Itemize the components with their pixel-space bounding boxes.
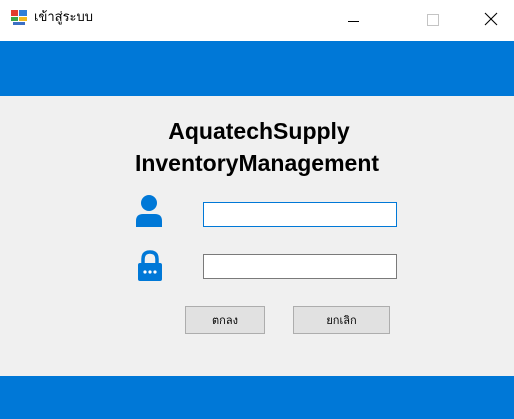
app-title-line-1: AquatechSupply [168,118,350,144]
close-icon [484,11,498,30]
maximize-icon [427,14,439,26]
maximize-button [410,0,456,40]
minimize-button[interactable] [330,0,376,40]
title-bar[interactable]: เข้าสู่ระบบ [0,0,514,41]
user-icon [136,195,162,227]
username-input[interactable] [203,202,397,227]
footer-band [0,376,514,419]
login-window: เข้าสู่ระบบ AquatechSupply InventoryMana… [0,0,514,419]
minimize-icon [347,20,359,22]
app-icon[interactable] [11,10,27,25]
ok-button[interactable]: ตกลง [185,306,265,334]
password-input[interactable] [203,254,397,279]
header-band [0,41,514,96]
lock-icon [137,250,163,282]
app-title-line-2: InventoryManagement [134,150,380,176]
close-button[interactable] [468,0,514,40]
cancel-button[interactable]: ยกเลิก [293,306,390,334]
window-title: เข้าสู่ระบบ [34,10,94,25]
